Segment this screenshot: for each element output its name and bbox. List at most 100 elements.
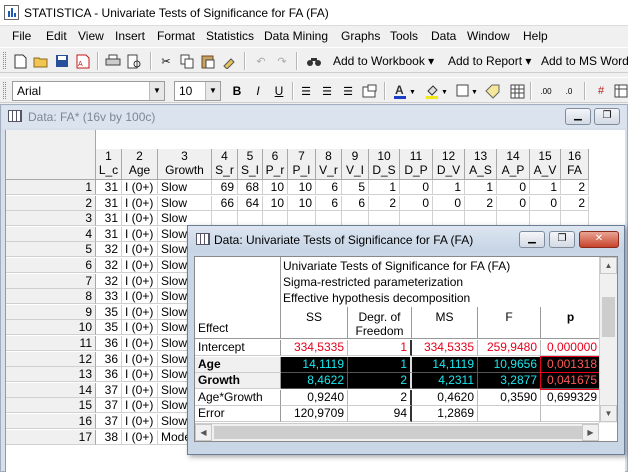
underline-button[interactable]: U [269,82,289,100]
row-number[interactable]: 15 [6,398,96,414]
results-cell[interactable]: 94 [348,406,412,422]
paste-icon[interactable] [199,52,217,70]
open-folder-icon[interactable] [32,52,50,70]
row-number[interactable]: 13 [6,367,96,383]
results-cell[interactable] [541,406,601,422]
table-cell[interactable]: 66 [212,195,238,211]
horizontal-scrollbar[interactable]: ◀ ▶ [195,423,599,441]
close-button[interactable]: ✕ [579,231,619,248]
results-cell[interactable]: 0,041675 [540,372,602,390]
table-cell[interactable]: 32 [96,273,122,289]
table-cell[interactable]: 33 [96,289,122,305]
row-number[interactable]: 6 [6,258,96,273]
row-number[interactable]: 1 [6,180,96,195]
results-cell[interactable]: 2 [348,389,412,406]
vertical-scrollbar[interactable]: ▲ ▼ [599,257,617,423]
row-number[interactable]: 14 [6,382,96,398]
scroll-right-icon[interactable]: ▶ [582,424,599,441]
row-number[interactable]: 17 [6,429,96,445]
results-cell[interactable]: 0,3590 [478,389,541,406]
italic-button[interactable]: I [248,82,268,100]
menu-insert[interactable]: Insert [115,29,145,43]
redo-icon[interactable]: ↷ [273,52,291,70]
menu-file[interactable]: File [12,29,31,43]
row-number[interactable]: 10 [6,320,96,336]
tag-icon[interactable] [484,82,502,100]
column-header[interactable]: 11 D_P [400,149,433,180]
column-header[interactable]: 2 Age [122,149,158,180]
table-cell[interactable]: I (0+) [122,258,158,273]
chevron-down-icon[interactable]: ▼ [205,82,220,100]
column-header[interactable]: 10 D_S [369,149,400,180]
table-cell[interactable]: 32 [96,258,122,273]
table-cell[interactable]: 38 [96,429,122,445]
table-cell[interactable]: I (0+) [122,414,158,429]
table-cell[interactable]: 37 [96,414,122,429]
grid-lines-icon[interactable] [508,82,526,100]
row-number[interactable]: 5 [6,242,96,258]
table-cell[interactable]: I (0+) [122,195,158,211]
effect-label[interactable]: Age [195,356,281,373]
menu-tools[interactable]: Tools [390,29,418,43]
table-cell[interactable]: I (0+) [122,226,158,242]
column-header[interactable]: 13 A_S [465,149,497,180]
table-cell[interactable]: 31 [96,180,122,195]
row-number[interactable]: 11 [6,336,96,351]
table-cell[interactable] [561,211,589,227]
results-cell[interactable]: 120,9709 [281,406,348,422]
column-header[interactable]: 12 D_V [433,149,465,180]
results-column-header[interactable]: p [541,307,601,339]
table-cell[interactable]: 31 [96,211,122,227]
table-cell[interactable]: 2 [561,195,589,211]
results-cell[interactable]: 14,1119 [281,356,348,373]
minimize-button[interactable]: ▁ [519,231,545,248]
table-cell[interactable]: I (0+) [122,351,158,367]
results-cell[interactable]: 1 [348,356,412,373]
table-cell[interactable]: 0 [497,180,530,195]
merge-cells-icon[interactable] [360,82,378,100]
row-number[interactable]: 4 [6,226,96,242]
table-cell[interactable]: 5 [342,180,369,195]
results-cell[interactable]: 10,9656 [478,356,541,373]
print-icon[interactable] [104,52,122,70]
effect-label[interactable]: Age*Growth [195,389,281,406]
add-to-report-button[interactable]: Add to Report ▾ [448,54,531,68]
save-icon[interactable] [53,52,71,70]
table-cell[interactable]: Slow [158,195,212,211]
table-cell[interactable]: I (0+) [122,242,158,258]
row-number[interactable]: 7 [6,273,96,289]
column-header[interactable]: 15 A_V [530,149,561,180]
pdf-icon[interactable]: A [74,52,92,70]
data-table-icon[interactable] [612,82,628,100]
results-cell[interactable]: 0,4620 [412,389,478,406]
results-column-header[interactable]: SS [281,307,348,339]
font-name-combo[interactable]: Arial ▼ [12,81,165,101]
table-cell[interactable]: 10 [263,195,288,211]
table-cell[interactable]: 6 [316,195,342,211]
menu-data-mining[interactable]: Data Mining [264,29,328,43]
table-cell[interactable]: I (0+) [122,180,158,195]
table-cell[interactable]: 10 [288,180,316,195]
table-cell[interactable]: 0 [433,195,465,211]
table-cell[interactable]: 10 [288,195,316,211]
menu-view[interactable]: View [78,29,104,43]
column-header[interactable]: 4 S_r [212,149,238,180]
table-cell[interactable]: Slow [158,180,212,195]
results-cell[interactable]: 4,2311 [412,373,478,389]
table-cell[interactable]: 1 [530,180,561,195]
add-to-ms-word-button[interactable]: Add to MS Word [541,54,628,68]
table-cell[interactable] [316,211,342,227]
table-cell[interactable]: 32 [96,242,122,258]
menu-help[interactable]: Help [523,29,548,43]
table-cell[interactable]: 37 [96,382,122,398]
results-column-header[interactable]: Degr. of Freedom [348,307,412,339]
results-cell[interactable]: 334,5335 [281,340,348,356]
table-cell[interactable]: 36 [96,336,122,351]
scroll-left-icon[interactable]: ◀ [195,424,212,441]
table-cell[interactable]: I (0+) [122,304,158,320]
table-cell[interactable]: 68 [238,180,263,195]
cut-icon[interactable]: ✂ [157,52,175,70]
menu-data[interactable]: Data [431,29,456,43]
row-number[interactable]: 12 [6,351,96,367]
results-cell[interactable] [478,406,541,422]
